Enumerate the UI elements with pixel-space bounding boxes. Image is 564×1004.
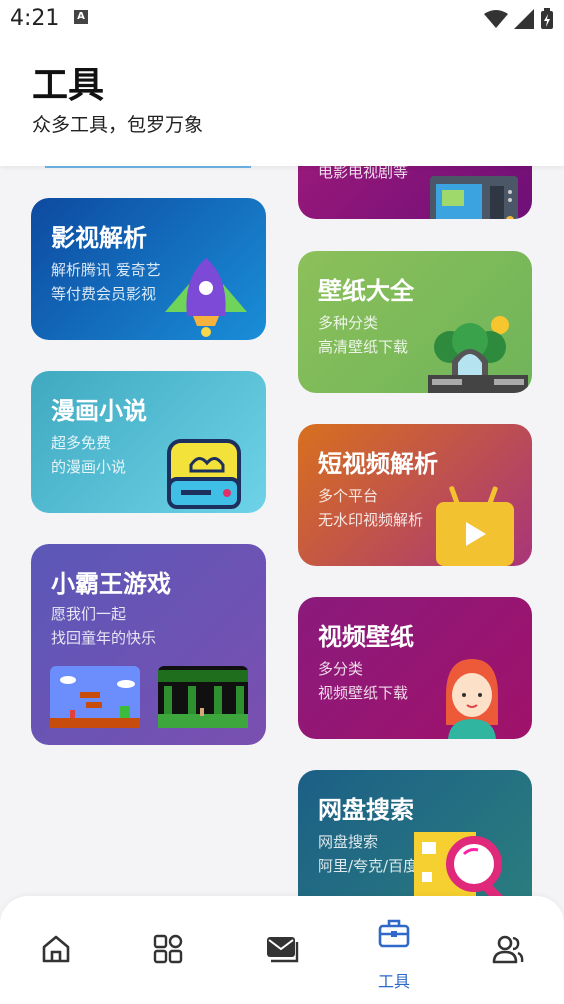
card-short-video-title: 短视频解析: [318, 450, 438, 478]
card-wallpapers[interactable]: 壁纸大全 多种分类 高清壁纸下载: [298, 251, 532, 393]
nav-home[interactable]: [0, 896, 112, 1004]
battery-icon: [541, 8, 553, 29]
card-video-wallpaper[interactable]: 视频壁纸 多分类 视频壁纸下载: [298, 597, 532, 739]
tv-play-icon: [436, 486, 514, 566]
status-icons: [484, 8, 554, 30]
card-video-wallpaper-title: 视频壁纸: [318, 623, 414, 651]
card-movies[interactable]: 电影电视剧等: [298, 166, 532, 219]
card-edge-partial: [45, 166, 251, 168]
status-time: 4:21: [10, 6, 60, 31]
contra-screenshot: [158, 666, 248, 728]
users-icon: [492, 935, 524, 964]
nav-messages[interactable]: [226, 896, 338, 1004]
garden-gate-icon: [428, 316, 528, 393]
card-nes-games[interactable]: 小霸王游戏 愿我们一起 找回童年的快乐: [31, 544, 266, 745]
page-header: 工具 众多工具，包罗万象: [0, 40, 564, 166]
nav-categories[interactable]: [112, 896, 224, 1004]
card-short-video[interactable]: 短视频解析 多个平台 无水印视频解析: [298, 424, 532, 566]
card-video-parse[interactable]: 影视解析 解析腾讯 爱奇艺 等付费会员影视: [31, 198, 266, 340]
nav-tools-label: 工具: [377, 972, 410, 991]
wifi-icon: [484, 10, 508, 28]
card-comics-title: 漫画小说: [51, 397, 147, 425]
home-icon: [42, 935, 70, 963]
search-document-icon: [414, 832, 508, 896]
status-bar: 4:21 A: [0, 0, 564, 40]
nav-tools[interactable]: 工具: [338, 896, 450, 1004]
page-title: 工具: [32, 65, 105, 106]
mario-screenshot: [50, 666, 140, 728]
notification-icon: A: [74, 10, 88, 24]
page-subtitle: 众多工具，包罗万象: [32, 114, 204, 136]
card-nes-games-title: 小霸王游戏: [51, 570, 171, 598]
card-video-parse-title: 影视解析: [51, 224, 147, 252]
card-nes-games-desc: 愿我们一起 找回童年的快乐: [51, 605, 157, 647]
card-wallpapers-title: 壁纸大全: [318, 277, 414, 305]
bottom-navigation: 工具: [0, 896, 564, 1004]
nav-profile[interactable]: [452, 896, 564, 1004]
tv-icon: [430, 176, 518, 219]
tools-grid[interactable]: 电影电视剧等 影视解析 解析腾讯 爱奇艺 等付费会员影视 壁纸大全 多种分类 高清壁…: [0, 166, 564, 896]
card-cloud-search[interactable]: 网盘搜索 网盘搜索 阿里/夸克/百度: [298, 770, 532, 896]
rocket-icon: [165, 258, 247, 337]
card-cloud-search-title: 网盘搜索: [318, 796, 414, 824]
grid-icon: [153, 934, 183, 964]
signal-icon: [514, 9, 534, 29]
girl-avatar-icon: [446, 659, 498, 739]
mail-icon: [267, 937, 299, 963]
card-comics[interactable]: 漫画小说 超多免费 的漫画小说: [31, 371, 266, 513]
storage-drive-icon: [167, 439, 241, 509]
toolbox-icon: [378, 919, 410, 948]
